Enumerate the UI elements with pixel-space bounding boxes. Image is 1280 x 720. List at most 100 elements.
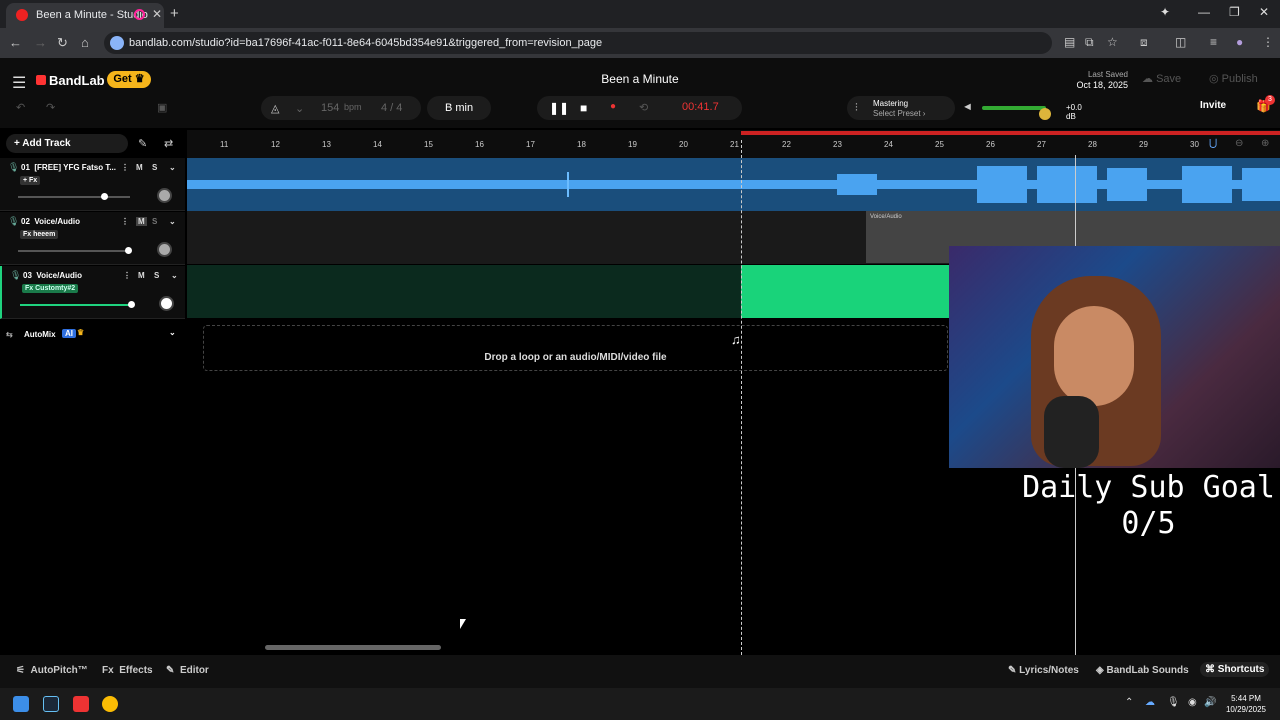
song-title[interactable]: Been a Minute [560,72,720,86]
menu-icon[interactable]: ⋮ [1262,35,1274,49]
url-bar[interactable]: bandlab.com/studio?id=ba17696f-41ac-f011… [104,32,1052,54]
track-volume-slider[interactable] [20,301,135,308]
track-menu-icon[interactable]: ⋮ [121,163,129,172]
media-icon[interactable]: ≡ [1210,35,1217,49]
mute-button[interactable]: M [136,217,147,226]
clock[interactable]: 5:44 PM 10/29/2025 [1218,693,1274,715]
track-volume-slider[interactable] [18,247,132,254]
solo-button[interactable]: S [152,163,157,172]
get-membership-button[interactable]: Get ♛ [107,71,151,88]
url-text[interactable]: bandlab.com/studio?id=ba17696f-41ac-f011… [129,37,602,49]
track-settings-icon[interactable]: ⇄ [164,137,173,150]
key-selector[interactable]: B min [427,96,491,120]
metronome-dropdown-icon[interactable]: ⌄ [295,102,304,115]
pan-knob[interactable] [157,188,172,203]
track-menu-icon[interactable]: ⋮ [121,217,129,226]
stop-icon[interactable]: ■ [580,101,587,115]
pause-icon[interactable]: ❚❚ [549,101,569,115]
cast-icon[interactable]: ⧉ [1085,35,1094,50]
tray-chevron-icon[interactable]: ⌃ [1125,697,1133,708]
loop-icon[interactable]: ⟲ [639,101,648,114]
browser-tab[interactable]: Been a Minute - Studio ✕ [6,3,164,28]
mastering-button[interactable]: ⫶ Mastering Select Preset › [847,96,955,120]
horizontal-scrollbar[interactable] [265,645,441,650]
windows-start-icon[interactable] [13,696,29,712]
zoom-in-icon[interactable]: ⊕ [1261,138,1269,149]
track-header-01[interactable]: 🎙 01 [FREE] YFG Fatso T... + Fx ⋮ M S ⌄ [0,158,185,211]
redo-icon[interactable]: ↷ [46,101,55,114]
home-icon[interactable]: ⌂ [81,35,89,50]
volume-knob[interactable] [1039,108,1051,120]
bandlab-sounds-button[interactable]: ◈ BandLab Sounds [1096,665,1189,676]
mixer-icon[interactable]: ▣ [157,101,167,114]
extensions-icon[interactable]: ⧈ [1140,35,1148,50]
track-lane-01[interactable] [187,158,1280,211]
master-volume[interactable]: ◄ +0.0 dB [960,100,1090,121]
new-tab-button[interactable]: + [170,5,179,22]
drop-zone[interactable]: ♫ Drop a loop or an audio/MIDI/video fil… [203,325,948,371]
audio-clip[interactable] [741,265,950,318]
timeline-ruler[interactable]: 11 12 13 14 15 16 17 18 19 20 21 22 23 2… [187,130,1280,158]
close-tab-icon[interactable]: ✕ [152,7,162,21]
chevron-down-icon[interactable]: ⌄ [169,328,176,337]
fx-button[interactable]: Fx heeem [20,230,59,239]
track-volume-knob[interactable] [101,193,108,200]
reload-icon[interactable]: ↻ [57,35,68,51]
profile-icon[interactable]: ● [1236,35,1243,49]
autopitch-button[interactable]: ⚟ AutoPitch™ [16,665,88,676]
lyrics-notes-button[interactable]: ✎ Lyrics/Notes [1008,665,1079,676]
forward-icon[interactable]: → [34,35,47,50]
automix-row[interactable]: ⇆ AutoMix AI ♛ ⌄ [0,327,185,345]
magnet-icon[interactable]: ⋃ [1209,138,1217,149]
playhead[interactable] [741,140,742,655]
solo-button[interactable]: S [154,271,159,280]
minimize-button[interactable]: — [1198,5,1210,19]
mute-button[interactable]: M [138,271,145,280]
bpm-value[interactable]: 154 [321,102,339,114]
onedrive-icon[interactable]: ☁ [1145,697,1155,708]
undo-icon[interactable]: ↶ [16,101,25,114]
mute-button[interactable]: M [136,163,143,172]
solo-button[interactable]: S [152,217,157,226]
pan-knob[interactable] [157,242,172,257]
select-preset[interactable]: Select Preset › [873,109,925,118]
wifi-icon[interactable]: ◉ [1188,697,1197,708]
mic-tray-icon[interactable]: 🎙 [1167,697,1180,708]
fx-button[interactable]: Fx Customty#2 [22,284,79,293]
sidepanel-icon[interactable]: ◫ [1175,35,1186,49]
pencil-tool-icon[interactable]: ✎ [138,137,147,150]
chevron-down-icon[interactable]: ⌄ [169,217,176,226]
steam-icon[interactable] [43,696,59,712]
track-volume-slider[interactable] [18,193,130,200]
close-window-button[interactable]: ✕ [1259,5,1269,19]
track-volume-knob[interactable] [125,247,132,254]
volume-slider[interactable] [982,106,1051,120]
speaker-icon[interactable]: ◄ [962,101,973,113]
add-track-button[interactable]: + Add Track [6,134,128,153]
shortcuts-button[interactable]: ⌘ Shortcuts [1200,662,1270,677]
track-volume-knob[interactable] [128,301,135,308]
hamburger-menu-icon[interactable]: ☰ [12,73,26,93]
track-header-02[interactable]: 🎙 02 Voice/Audio Fx heeem ⋮ M S ⌄ [0,212,185,265]
chevron-down-icon[interactable]: ⌄ [171,271,178,280]
chevron-down-icon[interactable]: ⌄ [169,163,176,172]
site-info-icon[interactable] [110,36,124,50]
track-menu-icon[interactable]: ⋮ [123,271,131,280]
track-header-03[interactable]: 🎙 03 Voice/Audio Fx Customty#2 ⋮ M S ⌄ [0,266,185,319]
pan-knob[interactable] [159,296,174,311]
metronome-icon[interactable]: ◬ [271,102,279,115]
volume-tray-icon[interactable]: 🔊 [1204,697,1216,708]
editor-button[interactable]: ✎ Editor [166,665,209,676]
fx-button[interactable]: + Fx [20,176,41,185]
chrome-icon[interactable] [102,696,118,712]
reader-icon[interactable]: ▤ [1064,35,1075,49]
bookmark-star-icon[interactable]: ☆ [1107,35,1118,49]
bandlab-app-icon[interactable] [73,696,89,712]
publish-button[interactable]: ◎ Publish [1209,72,1258,85]
record-icon[interactable]: ● [610,101,616,112]
gemini-icon[interactable]: ✦ [1160,5,1170,19]
bandlab-logo[interactable]: BandLab [36,73,105,88]
back-icon[interactable]: ← [9,35,22,50]
effects-button[interactable]: Fx Effects [102,665,153,676]
invite-button[interactable]: Invite [1200,100,1226,111]
